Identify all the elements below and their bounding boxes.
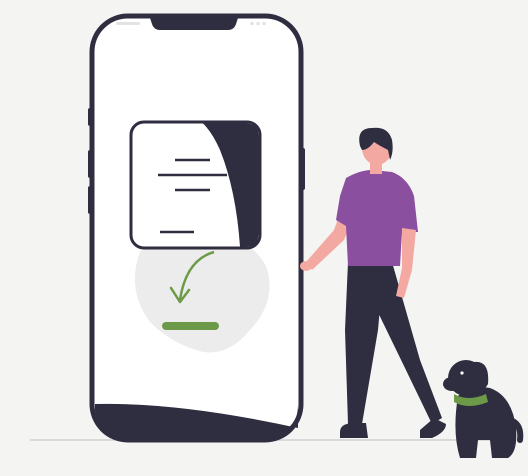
dog-eye [460, 371, 464, 375]
phone-notch [150, 18, 238, 30]
progress-bar [162, 322, 219, 330]
document-icon [129, 120, 262, 250]
smartphone-icon [88, 13, 305, 443]
illustration-canvas [30, 13, 524, 458]
phone-camera-dot [256, 21, 260, 26]
phone-speaker [116, 22, 140, 25]
phone-camera-dot [250, 21, 254, 26]
person-shoe [340, 423, 368, 438]
dog-snout [443, 377, 461, 391]
phone-camera-dot [262, 21, 266, 26]
person-shoe [420, 418, 446, 438]
person-leg-front [345, 262, 384, 424]
person-hand [300, 261, 312, 271]
dog-figure [443, 360, 524, 458]
person-figure [300, 127, 446, 438]
onboarding-illustration [0, 0, 528, 476]
